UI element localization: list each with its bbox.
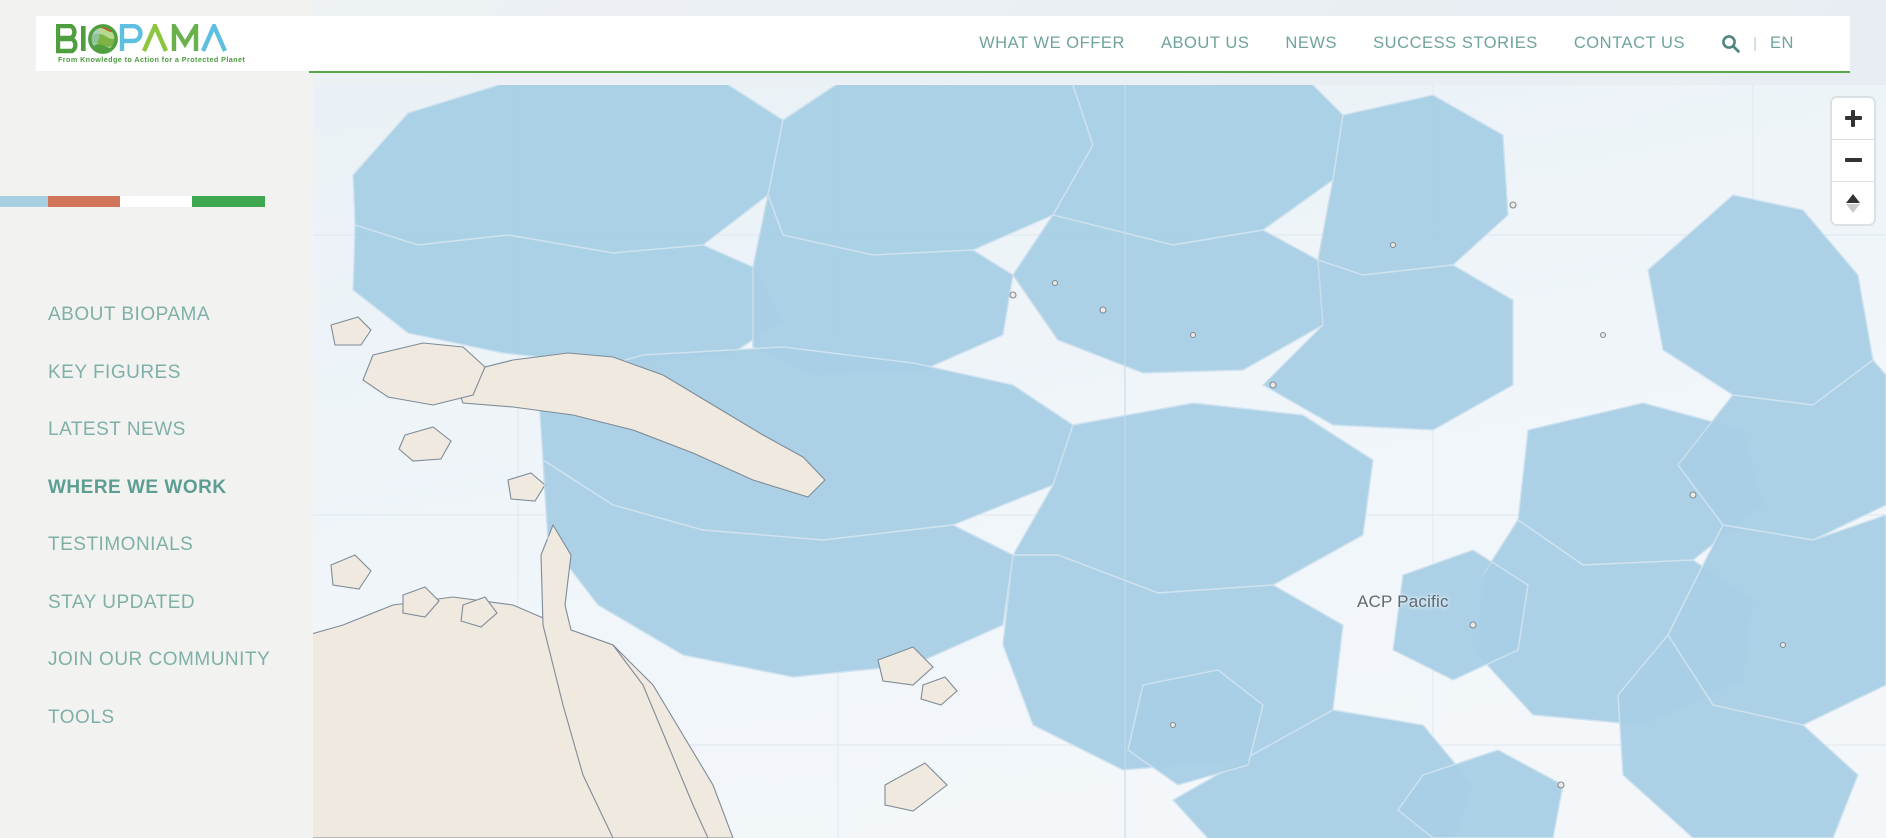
color-segment-white <box>120 196 192 207</box>
sidebar-item-tools[interactable]: TOOLS <box>48 708 313 727</box>
color-segment-terracotta <box>48 196 120 207</box>
color-segment-green <box>192 196 265 207</box>
nav-item-what-we-offer[interactable]: WHAT WE OFFER <box>979 34 1125 53</box>
sidebar-item-latest-news[interactable]: LATEST NEWS <box>48 420 313 439</box>
zoom-in-button[interactable] <box>1832 98 1874 140</box>
map-vector <box>313 85 1886 838</box>
minus-icon <box>1844 152 1862 169</box>
biopama-wordmark-icon <box>56 23 228 54</box>
sidebar-item-stay-updated[interactable]: STAY UPDATED <box>48 593 313 612</box>
site-logo[interactable]: From Knowledge to Action for a Protected… <box>36 23 273 64</box>
map-canvas[interactable]: ACP Pacific <box>313 85 1886 838</box>
sidebar-nav: ABOUT BIOPAMA KEY FIGURES LATEST NEWS WH… <box>48 305 313 765</box>
search-button[interactable] <box>1721 34 1740 53</box>
sidebar-item-testimonials[interactable]: TESTIMONIALS <box>48 535 313 554</box>
language-selector[interactable]: EN <box>1770 34 1794 53</box>
logo-tagline: From Knowledge to Action for a Protected… <box>58 54 246 64</box>
site-header: From Knowledge to Action for a Protected… <box>36 16 1850 73</box>
search-icon <box>1722 35 1740 53</box>
brand-color-bar <box>0 196 265 207</box>
color-segment-light-blue <box>0 196 48 207</box>
map-region-label: ACP Pacific <box>1357 592 1449 611</box>
reset-north-button[interactable] <box>1832 182 1874 224</box>
nav-utilities: | EN <box>1721 34 1794 53</box>
nav-item-about-us[interactable]: ABOUT US <box>1161 34 1249 53</box>
sidebar-item-where-we-work[interactable]: WHERE WE WORK <box>48 478 313 497</box>
zoom-out-button[interactable] <box>1832 140 1874 182</box>
sidebar: ABOUT BIOPAMA KEY FIGURES LATEST NEWS WH… <box>0 0 313 838</box>
sidebar-item-key-figures[interactable]: KEY FIGURES <box>48 363 313 382</box>
page-root: ACP Pacific ABOUT BIOPAMA KEY FIGURES LA… <box>0 0 1886 838</box>
nav-item-news[interactable]: NEWS <box>1285 34 1337 53</box>
compass-icon <box>1846 193 1860 213</box>
nav-separator: | <box>1753 35 1757 52</box>
nav-item-contact-us[interactable]: CONTACT US <box>1574 34 1685 53</box>
main-nav: WHAT WE OFFER ABOUT US NEWS SUCCESS STOR… <box>273 34 1850 53</box>
sidebar-item-about-biopama[interactable]: ABOUT BIOPAMA <box>48 305 313 324</box>
map-zoom-controls[interactable] <box>1832 98 1874 224</box>
sidebar-item-join-our-community[interactable]: JOIN OUR COMMUNITY <box>48 650 313 669</box>
plus-icon <box>1844 110 1862 127</box>
nav-item-success-stories[interactable]: SUCCESS STORIES <box>1373 34 1538 53</box>
